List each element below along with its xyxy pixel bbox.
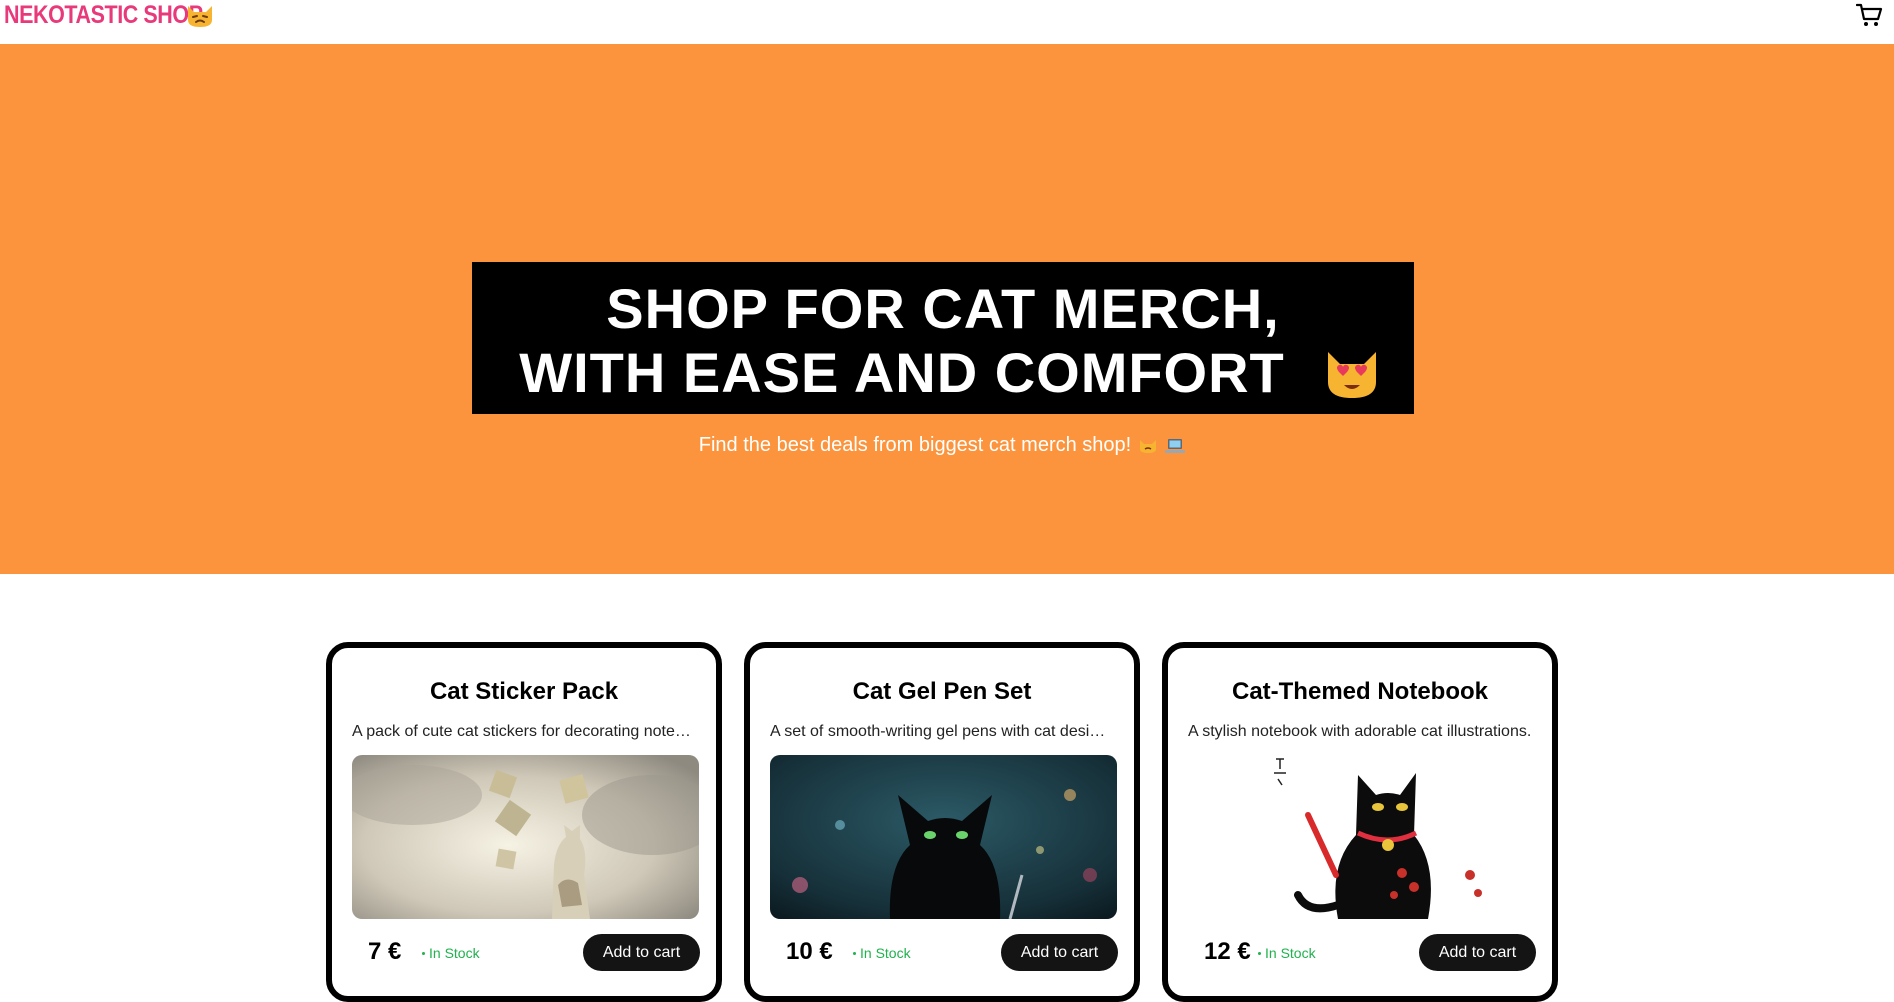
product-card: Cat Gel Pen Set A set of smooth-writing …	[744, 642, 1140, 1002]
hero-title-line-2: WITH EASE AND COMFORT	[519, 341, 1285, 404]
product-image	[352, 755, 699, 919]
product-price: 12 €	[1204, 938, 1251, 965]
product-title: Cat-Themed Notebook	[1231, 678, 1488, 705]
product-card: Cat-Themed Notebook A stylish notebook w…	[1162, 642, 1558, 1002]
stock-status: In Stock	[422, 945, 480, 961]
brand-logo-text[interactable]: NEKOTASTIC SHOP	[4, 0, 203, 30]
hero-title-line-1: SHOP FOR CAT MERCH,	[606, 277, 1280, 340]
watercolor-cat-puzzle-image	[352, 755, 699, 919]
product-price: 10 €	[786, 938, 833, 965]
cat-face-icon	[188, 6, 212, 27]
product-description: A pack of cute cat stickers for decorati…	[352, 723, 696, 740]
hero-subtitle-text: Find the best deals from biggest cat mer…	[698, 434, 1132, 456]
product-price: 7 €	[368, 938, 402, 965]
product-card: Cat Sticker Pack A pack of cute cat stic…	[326, 642, 722, 1002]
heart-eyes-cat-icon	[1328, 352, 1376, 398]
black-cat-ink-illustration-image	[1188, 755, 1535, 919]
product-description: A stylish notebook with adorable cat ill…	[1188, 723, 1532, 740]
top-navbar: NEKOTASTIC SHOP	[0, 0, 1894, 44]
stock-status: In Stock	[853, 945, 911, 961]
product-image	[1188, 755, 1535, 919]
stock-status: In Stock	[1258, 945, 1316, 961]
black-cat-with-pen-image	[770, 755, 1117, 919]
product-image	[770, 755, 1117, 919]
add-to-cart-button[interactable]: Add to cart	[583, 934, 700, 971]
hero-banner: SHOP FOR CAT MERCH, WITH EASE AND COMFOR…	[0, 44, 1894, 574]
product-title: Cat Sticker Pack	[429, 678, 619, 705]
add-to-cart-button[interactable]: Add to cart	[1419, 934, 1536, 971]
cat-emoji-icon	[1140, 439, 1157, 453]
laptop-emoji-icon	[1165, 438, 1186, 453]
hero-title-box: SHOP FOR CAT MERCH, WITH EASE AND COMFOR…	[472, 262, 1414, 414]
product-title: Cat Gel Pen Set	[852, 678, 1032, 705]
hero-subtitle: Find the best deals from biggest cat mer…	[0, 434, 1894, 457]
product-description: A set of smooth-writing gel pens with ca…	[770, 723, 1114, 740]
shopping-cart-icon[interactable]	[1856, 2, 1884, 28]
add-to-cart-button[interactable]: Add to cart	[1001, 934, 1118, 971]
